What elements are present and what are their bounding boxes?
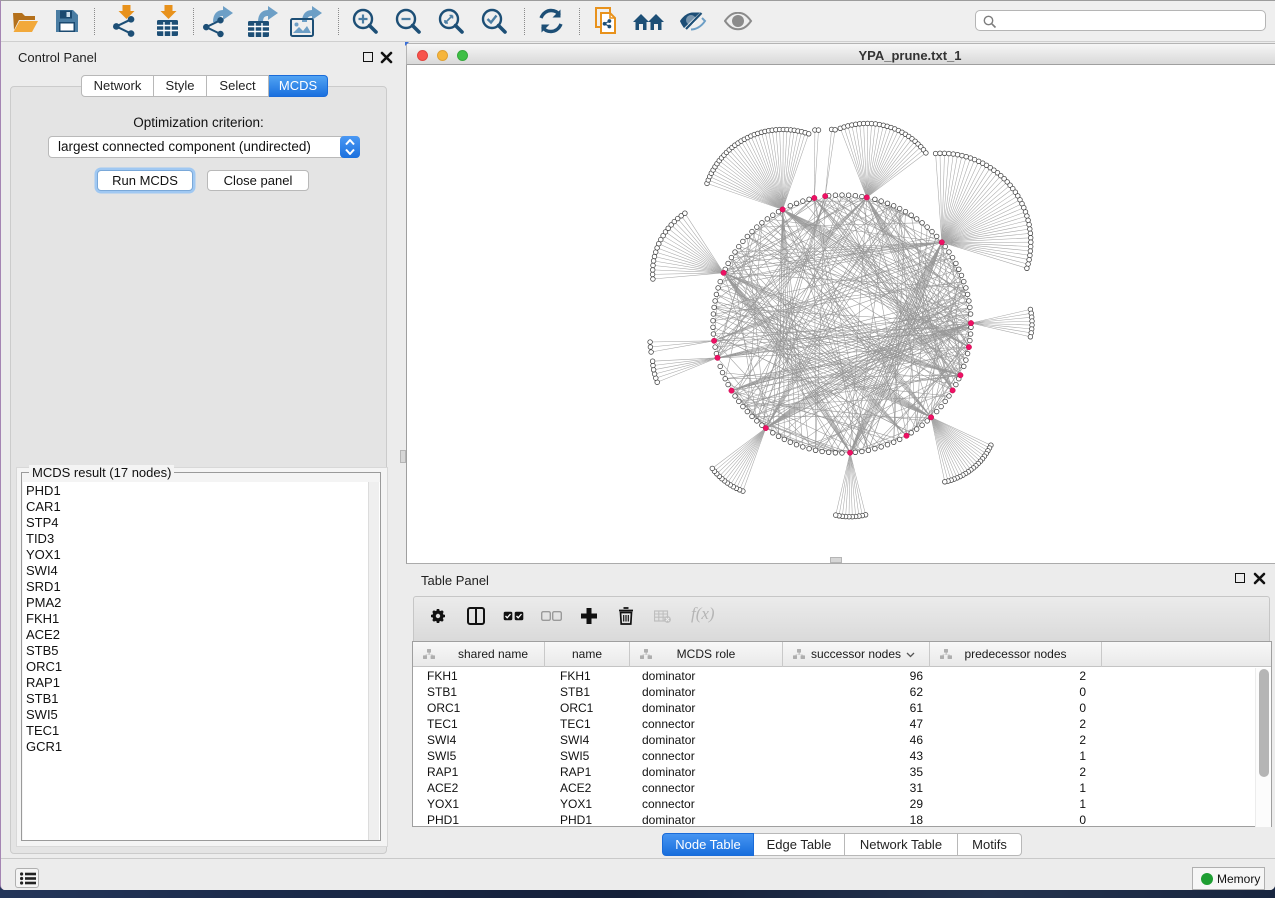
svg-text:f(x): f(x) [691, 604, 715, 623]
